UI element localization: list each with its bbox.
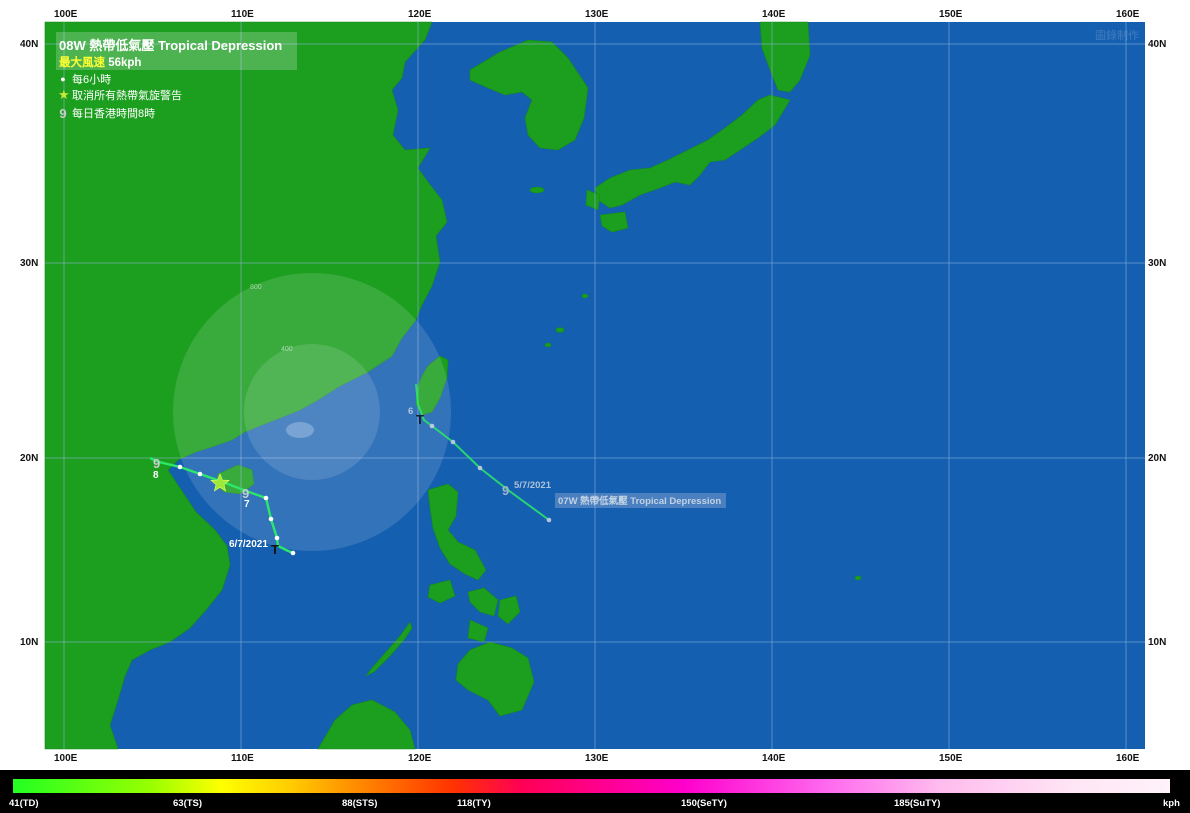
lat-label-left: 20N (20, 453, 38, 464)
range-ring-400 (244, 344, 380, 480)
watermark: 圖錄制作 (1095, 30, 1139, 42)
lon-label-top: 110E (231, 9, 254, 20)
legend-6h-label: 每6小時 (72, 74, 112, 86)
scale-tick: 41(TD) (9, 798, 39, 809)
track-point (263, 495, 269, 501)
track-08w-day-label: 7 (244, 499, 250, 510)
track-point (290, 550, 296, 556)
hong-kong-marker (286, 422, 314, 438)
track-point (268, 516, 274, 522)
storm-symbol-icon: T (271, 542, 279, 557)
track-point (429, 423, 435, 429)
track-point (450, 439, 456, 445)
lat-label-right: 30N (1148, 258, 1166, 269)
intensity-scale: 41(TD) 63(TS) 88(STS) 118(TY) 150(SeTY) … (0, 770, 1190, 813)
storm-symbol-icon: T (416, 412, 424, 427)
lon-label-top: 150E (939, 9, 963, 20)
scale-tick: 63(TS) (173, 798, 203, 809)
scale-unit: kph (1163, 798, 1180, 809)
storm-symbol-icon: 9 (502, 483, 509, 498)
lat-label-right: 10N (1148, 637, 1166, 648)
lat-label-right: 20N (1148, 453, 1166, 464)
ring-label-400: 400 (281, 346, 293, 353)
track-point (177, 464, 183, 470)
lat-label-right: 40N (1148, 39, 1166, 50)
track-08w-day-label: 8 (153, 470, 159, 481)
lon-label-bottom: 160E (1116, 753, 1140, 764)
lat-label-left: 30N (20, 258, 38, 269)
track-07w-day-label: 6 (408, 406, 413, 417)
legend-row-daily: 9 每日香港時間8時 (58, 105, 155, 121)
legend-daily-label: 每日香港時間8時 (72, 108, 156, 120)
lon-label-bottom: 150E (939, 753, 963, 764)
track-point (546, 517, 552, 523)
storm-title: 08W 熱帶低氣壓 Tropical Depression (59, 38, 283, 53)
legend-row-cancel: ★ 取消所有熱帶氣旋警告 (58, 87, 182, 103)
track-08w-start-label: 6/7/2021 (229, 539, 268, 550)
track-07w-date-label: 5/7/2021 (514, 480, 552, 491)
storm-symbol-icon: 9 (153, 456, 160, 471)
lon-label-top: 140E (762, 9, 786, 20)
max-wind-value: 56kph (108, 57, 142, 69)
ring-label-800: 800 (250, 284, 262, 291)
scale-tick: 88(STS) (342, 798, 378, 809)
lon-label-top: 160E (1116, 9, 1140, 20)
track-point (274, 535, 280, 541)
scale-tick: 118(TY) (457, 798, 491, 809)
track-point (477, 465, 483, 471)
scale-tick: 185(SuTY) (894, 798, 941, 809)
max-wind: 最大風速 56kph (59, 54, 141, 70)
legend-cancel-label: 取消所有熱帶氣旋警告 (72, 90, 182, 102)
weather-map: 100E 110E 120E 130E 140E 150E 160E 100E … (20, 9, 1166, 764)
lon-label-top: 120E (408, 9, 432, 20)
lon-label-bottom: 120E (408, 753, 432, 764)
lat-label-left: 40N (20, 39, 38, 50)
lon-label-bottom: 140E (762, 753, 786, 764)
star-icon: ★ (58, 87, 70, 102)
intensity-gradient (13, 779, 1170, 793)
lon-label-bottom: 130E (585, 753, 609, 764)
max-wind-label: 最大風速 (59, 57, 105, 69)
scale-tick: 150(SeTY) (681, 798, 727, 809)
lat-label-left: 10N (20, 637, 38, 648)
track-point (197, 471, 203, 477)
legend-row-6h: ● 每6小時 (58, 71, 111, 87)
lon-label-top: 130E (585, 9, 609, 20)
lon-label-top: 100E (54, 9, 78, 20)
lon-label-bottom: 110E (231, 753, 254, 764)
track-07w-name: 07W 熱帶低氣壓 Tropical Depression (558, 495, 721, 507)
storm-symbol-icon: 9 (59, 105, 67, 121)
dot-icon: ● (60, 74, 66, 84)
lon-label-bottom: 100E (54, 753, 78, 764)
